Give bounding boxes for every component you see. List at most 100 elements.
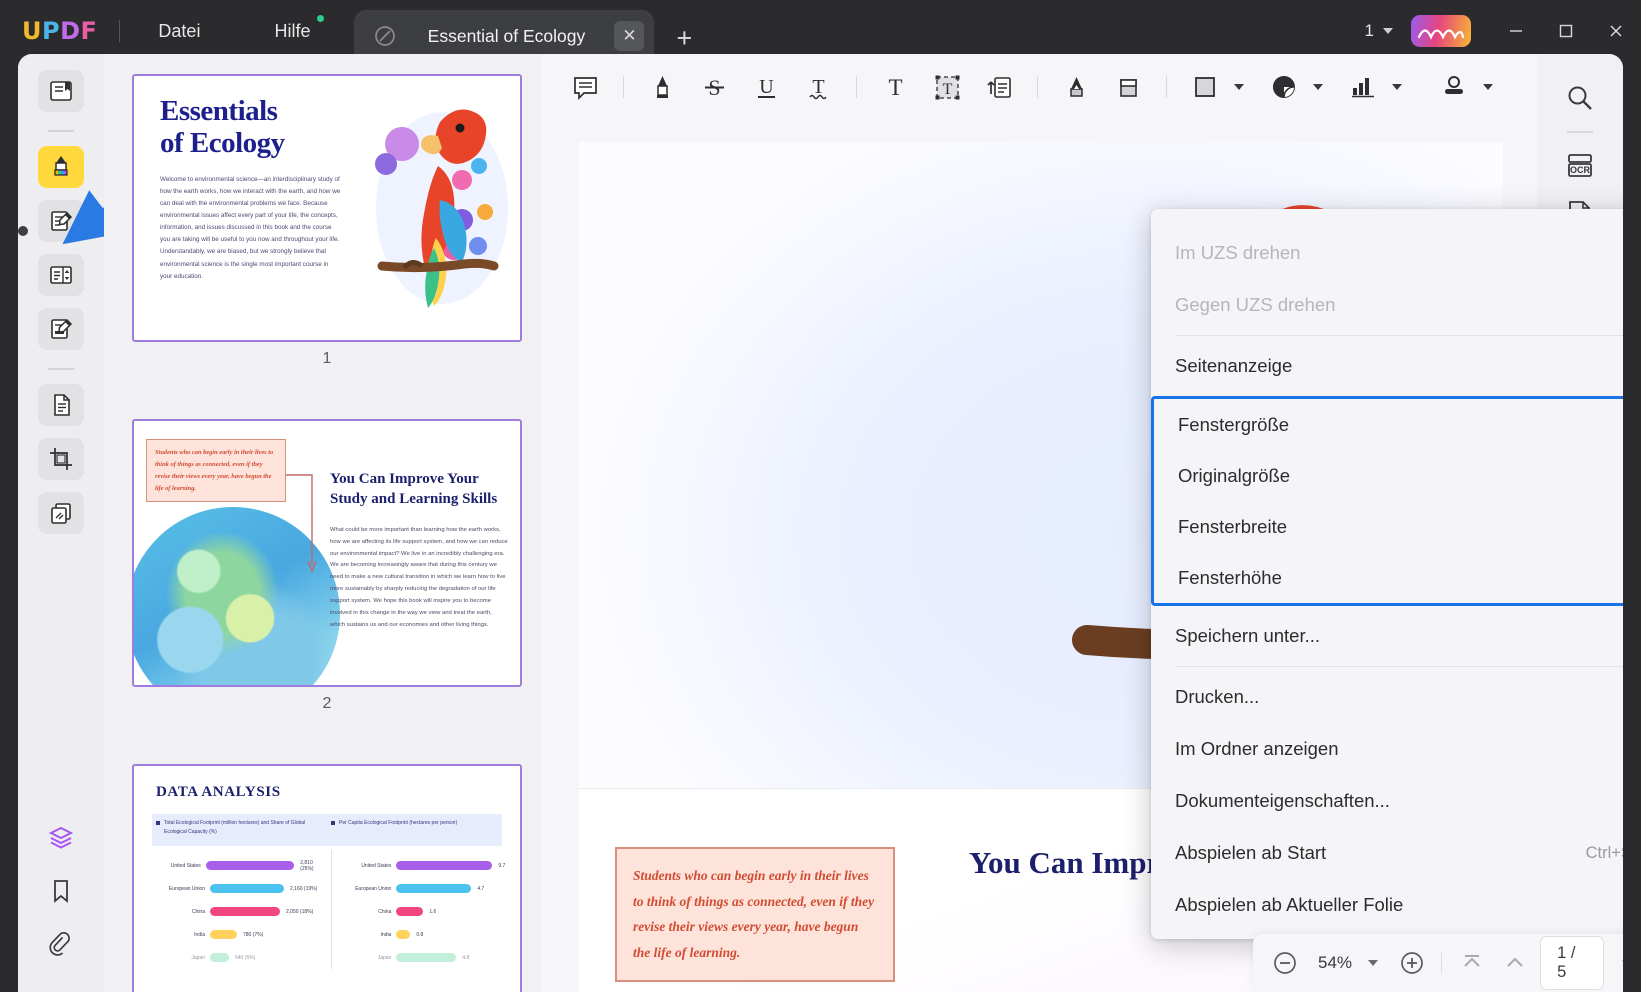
zoom-dropdown-icon[interactable] bbox=[1368, 960, 1379, 966]
page-count-selector[interactable]: 1 bbox=[1365, 21, 1393, 41]
thumbnail-panel[interactable]: Essentials of Ecology Welcome to environm… bbox=[104, 54, 541, 992]
menu-datei[interactable]: Datei bbox=[142, 15, 216, 48]
sidebar-bookmark-icon[interactable] bbox=[38, 870, 84, 912]
sidebar-crop-icon[interactable] bbox=[38, 438, 84, 480]
title-bar: UPDF Datei Hilfe Essential of Ecology ✕ … bbox=[0, 0, 1641, 62]
menu-show-in-folder[interactable]: Im Ordner anzeigen bbox=[1151, 723, 1623, 775]
chart-val: 4.7 bbox=[477, 885, 485, 892]
menu-fit-window[interactable]: Fenstergröße Ctrl+0 bbox=[1154, 399, 1623, 450]
svg-text:T: T bbox=[812, 76, 824, 98]
thumbnail-3-page: DATA ANALYSIS Total Ecological Footprint… bbox=[132, 764, 522, 992]
thumbnail-page-2[interactable]: Students who can begin early in their li… bbox=[132, 419, 522, 713]
connector-arrow-icon bbox=[286, 461, 326, 586]
first-page-button[interactable] bbox=[1450, 940, 1493, 986]
chart-val: 2,810 (25%) bbox=[300, 859, 314, 872]
chart-cat: United States bbox=[361, 862, 392, 869]
ocr-icon[interactable]: OCR bbox=[1555, 142, 1605, 190]
chart-row: Japan 4.8 bbox=[342, 946, 505, 969]
text-replace-icon[interactable] bbox=[973, 64, 1025, 110]
chart-val: 540 (5%) bbox=[235, 954, 256, 961]
sidebar-edit-icon[interactable] bbox=[38, 200, 84, 242]
new-tab-button[interactable]: + bbox=[676, 23, 692, 54]
underline-icon[interactable]: U bbox=[740, 64, 792, 110]
rail-divider-2 bbox=[48, 368, 74, 370]
chart-cat: India bbox=[380, 931, 392, 938]
menu-datei-label: Datei bbox=[158, 20, 201, 41]
view-context-menu[interactable]: Im UZS drehen Gegen UZS drehen Seitenanz… bbox=[1151, 209, 1623, 939]
thumbnail-2-title: You Can Improve Your Study and Learning S… bbox=[330, 471, 498, 508]
shape-glyph bbox=[1179, 64, 1231, 110]
page-indicator[interactable]: 1 / 5 bbox=[1540, 936, 1605, 990]
menu-hilfe[interactable]: Hilfe bbox=[258, 14, 326, 48]
app-shell: Essentials of Ecology Welcome to environm… bbox=[18, 54, 1623, 992]
thumbnail-2-quote: Students who can begin early in their li… bbox=[146, 439, 286, 503]
chart-row: United States 2,810 (25%) bbox=[152, 854, 325, 877]
thumbnail-page-1[interactable]: Essentials of Ecology Welcome to environm… bbox=[132, 74, 522, 368]
menu-play-from-current[interactable]: Abspielen ab Aktueller Folie Ctrl+Enter bbox=[1151, 879, 1623, 931]
right-rail-divider-1 bbox=[1567, 131, 1593, 133]
strikethrough-icon[interactable]: S bbox=[688, 64, 740, 110]
maximize-button[interactable] bbox=[1541, 0, 1591, 62]
stamp-icon[interactable] bbox=[1258, 64, 1323, 110]
search-icon[interactable] bbox=[1555, 74, 1605, 122]
menu-rotate-cw[interactable]: Im UZS drehen bbox=[1151, 227, 1623, 279]
sidebar-form-icon[interactable] bbox=[38, 308, 84, 350]
menu-document-properties[interactable]: Dokumenteigenschaften... bbox=[1151, 775, 1623, 827]
text-callout-icon[interactable]: T bbox=[921, 64, 973, 110]
close-button[interactable] bbox=[1591, 0, 1641, 62]
menu-save-as[interactable]: Speichern unter... bbox=[1151, 610, 1623, 662]
titlebar-right-controls: 1 bbox=[1365, 0, 1641, 62]
chart-row: India 780 (7%) bbox=[152, 923, 325, 946]
chart-val: 780 (7%) bbox=[243, 931, 264, 938]
zoom-in-button[interactable] bbox=[1390, 940, 1433, 986]
titlebar-divider bbox=[119, 20, 121, 42]
chart-cat: Japan bbox=[191, 954, 205, 961]
zoom-level-value[interactable]: 54% bbox=[1306, 953, 1364, 973]
menu-page-display[interactable]: Seitenanzeige bbox=[1151, 340, 1623, 392]
thumbnail-page-3[interactable]: DATA ANALYSIS Total Ecological Footprint… bbox=[132, 764, 522, 992]
highlight-icon[interactable] bbox=[636, 64, 688, 110]
chart-legend-left: Total Ecological Footprint (million hect… bbox=[152, 814, 327, 846]
menu-fit-width[interactable]: Fensterbreite Ctrl+2 bbox=[1154, 501, 1623, 552]
sidebar-convert-icon[interactable] bbox=[38, 384, 84, 426]
minimize-button[interactable] bbox=[1491, 0, 1541, 62]
panel-collapse-handle[interactable] bbox=[18, 226, 28, 236]
sidebar-batch-icon[interactable] bbox=[38, 492, 84, 534]
menu-print[interactable]: Drucken... bbox=[1151, 671, 1623, 723]
chart-cat: China bbox=[191, 908, 205, 915]
updf-logo: UPDF bbox=[22, 17, 98, 45]
sidebar-page-organize-icon[interactable] bbox=[38, 254, 84, 296]
sidebar-annotate-icon[interactable] bbox=[38, 146, 84, 188]
menu-zoom-group-highlighted: Fenstergröße Ctrl+0 Originalgröße Ctrl+1… bbox=[1151, 396, 1623, 606]
next-page-button[interactable] bbox=[1608, 940, 1623, 986]
sidebar-layers-icon[interactable] bbox=[38, 816, 84, 858]
squiggly-underline-icon[interactable]: T bbox=[792, 64, 844, 110]
comment-note-icon[interactable] bbox=[559, 64, 611, 110]
sidebar-reader-icon[interactable] bbox=[38, 70, 84, 112]
pencil-icon[interactable] bbox=[1050, 64, 1102, 110]
chart-icon[interactable] bbox=[1337, 64, 1402, 110]
menu-fit-width-label: Fensterbreite bbox=[1178, 515, 1287, 537]
ai-assistant-button[interactable] bbox=[1411, 15, 1471, 47]
sidebar-attachment-icon[interactable] bbox=[38, 924, 84, 966]
text-box-icon[interactable]: T bbox=[869, 64, 921, 110]
shape-icon[interactable] bbox=[1179, 64, 1244, 110]
menu-rotate-ccw-label: Gegen UZS drehen bbox=[1175, 294, 1336, 315]
zoom-out-button[interactable] bbox=[1263, 940, 1306, 986]
page-count-value: 1 bbox=[1364, 21, 1374, 40]
menu-actual-size-label: Originalgröße bbox=[1178, 464, 1291, 486]
menu-fit-height[interactable]: Fensterhöhe Ctrl+3 bbox=[1154, 552, 1623, 603]
menu-rotate-ccw[interactable]: Gegen UZS drehen bbox=[1151, 279, 1623, 331]
menu-actual-size[interactable]: Originalgröße Ctrl+1 bbox=[1154, 450, 1623, 501]
eraser-icon[interactable] bbox=[1102, 64, 1154, 110]
parrot-illustration bbox=[342, 88, 512, 333]
menu-play-from-start[interactable]: Abspielen ab Start Ctrl+Shift+Enter bbox=[1151, 827, 1623, 879]
chart-cat: European Union bbox=[168, 885, 205, 892]
page-2-quote: Students who can begin early in their li… bbox=[615, 847, 895, 982]
signature-icon[interactable] bbox=[1428, 64, 1493, 110]
menu-play-from-current-label: Abspielen ab Aktueller Folie bbox=[1175, 894, 1404, 915]
thumbnail-2-body: What could be more important than learni… bbox=[330, 527, 508, 628]
tab-close-icon[interactable]: ✕ bbox=[614, 21, 645, 51]
left-tool-rail bbox=[18, 54, 161, 992]
previous-page-button[interactable] bbox=[1493, 940, 1536, 986]
